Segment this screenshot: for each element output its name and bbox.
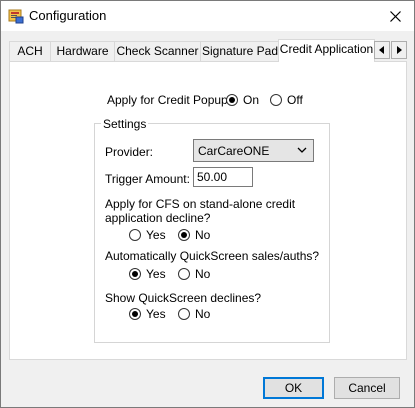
quickscreen-question: Automatically QuickScreen sales/auths? <box>105 249 320 263</box>
popup-label: Apply for Credit Popup: <box>107 93 232 107</box>
provider-select[interactable]: CarCareONE <box>193 139 314 162</box>
tab-ach[interactable]: ACH <box>9 41 51 61</box>
tab-hardware[interactable]: Hardware <box>50 41 115 61</box>
quickscreen-yes-label: Yes <box>146 267 166 281</box>
trigger-amount-label: Trigger Amount: <box>105 172 190 186</box>
title-bar: Configuration <box>1 1 414 31</box>
credit-application-panel: Apply for Credit Popup: On Off Settings … <box>9 61 407 360</box>
popup-on-radio[interactable]: On <box>226 92 259 108</box>
cfs-yes-label: Yes <box>146 228 166 242</box>
provider-value: CarCareONE <box>198 143 270 158</box>
cfs-question-line2: application decline? <box>105 211 211 225</box>
cancel-button[interactable]: Cancel <box>334 377 400 399</box>
quickscreen-yes-radio[interactable]: Yes <box>129 266 166 282</box>
arrow-left-icon <box>379 46 384 54</box>
tab-check-scanner[interactable]: Check Scanner <box>114 41 201 61</box>
chevron-down-icon <box>297 147 307 153</box>
declines-question: Show QuickScreen declines? <box>105 291 262 305</box>
ok-button[interactable]: OK <box>263 377 324 399</box>
cfs-no-radio[interactable]: No <box>178 227 210 243</box>
radio-selected-icon <box>226 94 238 106</box>
quickscreen-no-radio[interactable]: No <box>178 266 210 282</box>
close-button[interactable] <box>384 6 406 26</box>
close-icon <box>389 10 401 22</box>
tab-scroll-buttons <box>373 41 407 59</box>
declines-no-radio[interactable]: No <box>178 306 210 322</box>
window-title: Configuration <box>29 8 107 23</box>
radio-selected-icon <box>129 268 141 280</box>
radio-selected-icon <box>178 229 190 241</box>
radio-unselected-icon <box>178 308 190 320</box>
tab-scroll-right-button[interactable] <box>391 41 407 59</box>
radio-unselected-icon <box>178 268 190 280</box>
configuration-window: Configuration ACH Hardware Check Scanner… <box>0 0 415 408</box>
cfs-no-label: No <box>195 228 211 242</box>
radio-unselected-icon <box>129 229 141 241</box>
app-config-icon <box>8 8 24 24</box>
popup-on-label: On <box>243 93 260 107</box>
popup-off-label: Off <box>287 93 303 107</box>
quickscreen-no-label: No <box>195 267 211 281</box>
provider-label: Provider: <box>105 145 154 159</box>
trigger-amount-field[interactable]: 50.00 <box>193 167 253 187</box>
declines-yes-label: Yes <box>146 307 166 321</box>
declines-no-label: No <box>195 307 211 321</box>
radio-selected-icon <box>129 308 141 320</box>
tab-strip: ACH Hardware Check Scanner Signature Pad… <box>9 39 407 62</box>
settings-groupbox: Settings Provider: CarCareONE Trigger Am… <box>94 116 330 343</box>
cfs-yes-radio[interactable]: Yes <box>129 227 166 243</box>
settings-legend: Settings <box>101 116 149 132</box>
tab-signature-pad[interactable]: Signature Pad <box>200 41 280 61</box>
tab-credit-application[interactable]: Credit Application <box>278 39 375 62</box>
radio-unselected-icon <box>270 94 282 106</box>
popup-off-radio[interactable]: Off <box>270 92 303 108</box>
tab-scroll-left-button[interactable] <box>374 41 390 59</box>
declines-yes-radio[interactable]: Yes <box>129 306 166 322</box>
arrow-right-icon <box>397 46 402 54</box>
